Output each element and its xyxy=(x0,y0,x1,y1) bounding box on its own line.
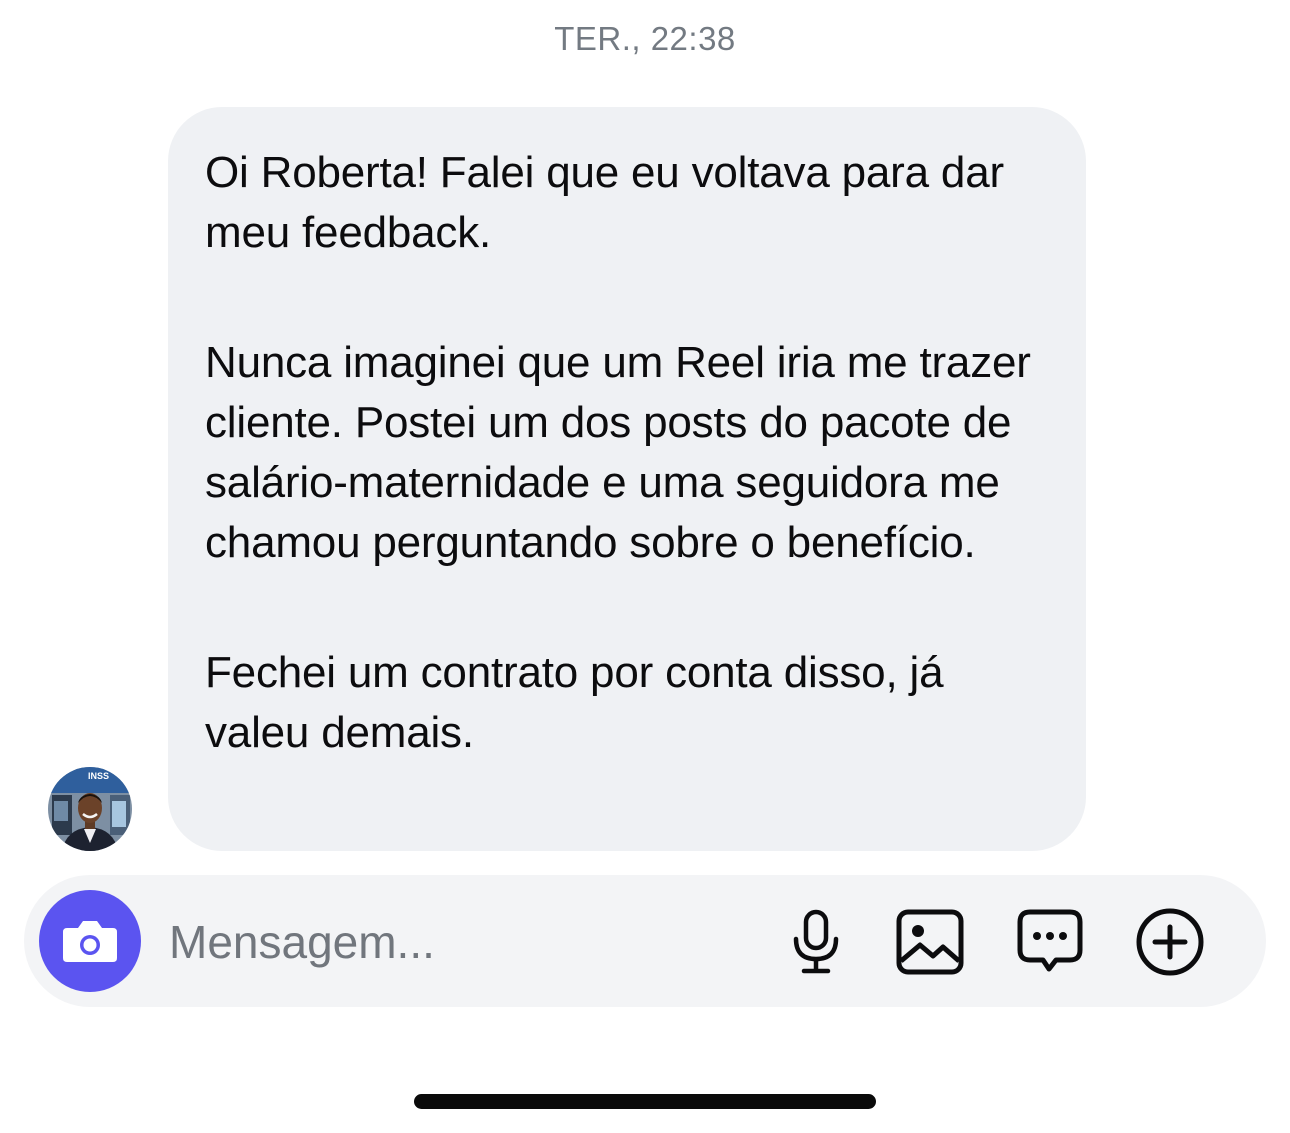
gallery-icon xyxy=(896,909,964,975)
sticker-button[interactable] xyxy=(1014,906,1086,978)
message-paragraph: Fechei um contrato por conta disso, já v… xyxy=(205,648,944,757)
message-composer xyxy=(24,875,1266,1007)
message-paragraph: Oi Roberta! Falei que eu voltava para da… xyxy=(205,148,1004,257)
message-timestamp: TER., 22:38 xyxy=(554,20,736,57)
avatar-photo: INSS xyxy=(48,767,132,851)
microphone-button[interactable] xyxy=(780,906,852,978)
microphone-icon xyxy=(793,909,839,974)
plus-circle-icon xyxy=(1136,908,1204,976)
camera-button[interactable] xyxy=(39,890,141,992)
message-paragraph: Nunca imaginei que um Reel iria me traze… xyxy=(205,338,1031,567)
avatar[interactable]: INSS xyxy=(48,767,132,851)
add-button[interactable] xyxy=(1134,906,1206,978)
camera-icon xyxy=(63,921,117,962)
sticker-icon xyxy=(1017,909,1083,972)
avatar-badge-text: INSS xyxy=(88,771,109,781)
home-indicator[interactable] xyxy=(414,1094,876,1109)
gallery-button[interactable] xyxy=(894,906,966,978)
message-bubble[interactable]: Oi Roberta! Falei que eu voltava para da… xyxy=(168,107,1086,851)
message-input[interactable] xyxy=(169,911,729,973)
